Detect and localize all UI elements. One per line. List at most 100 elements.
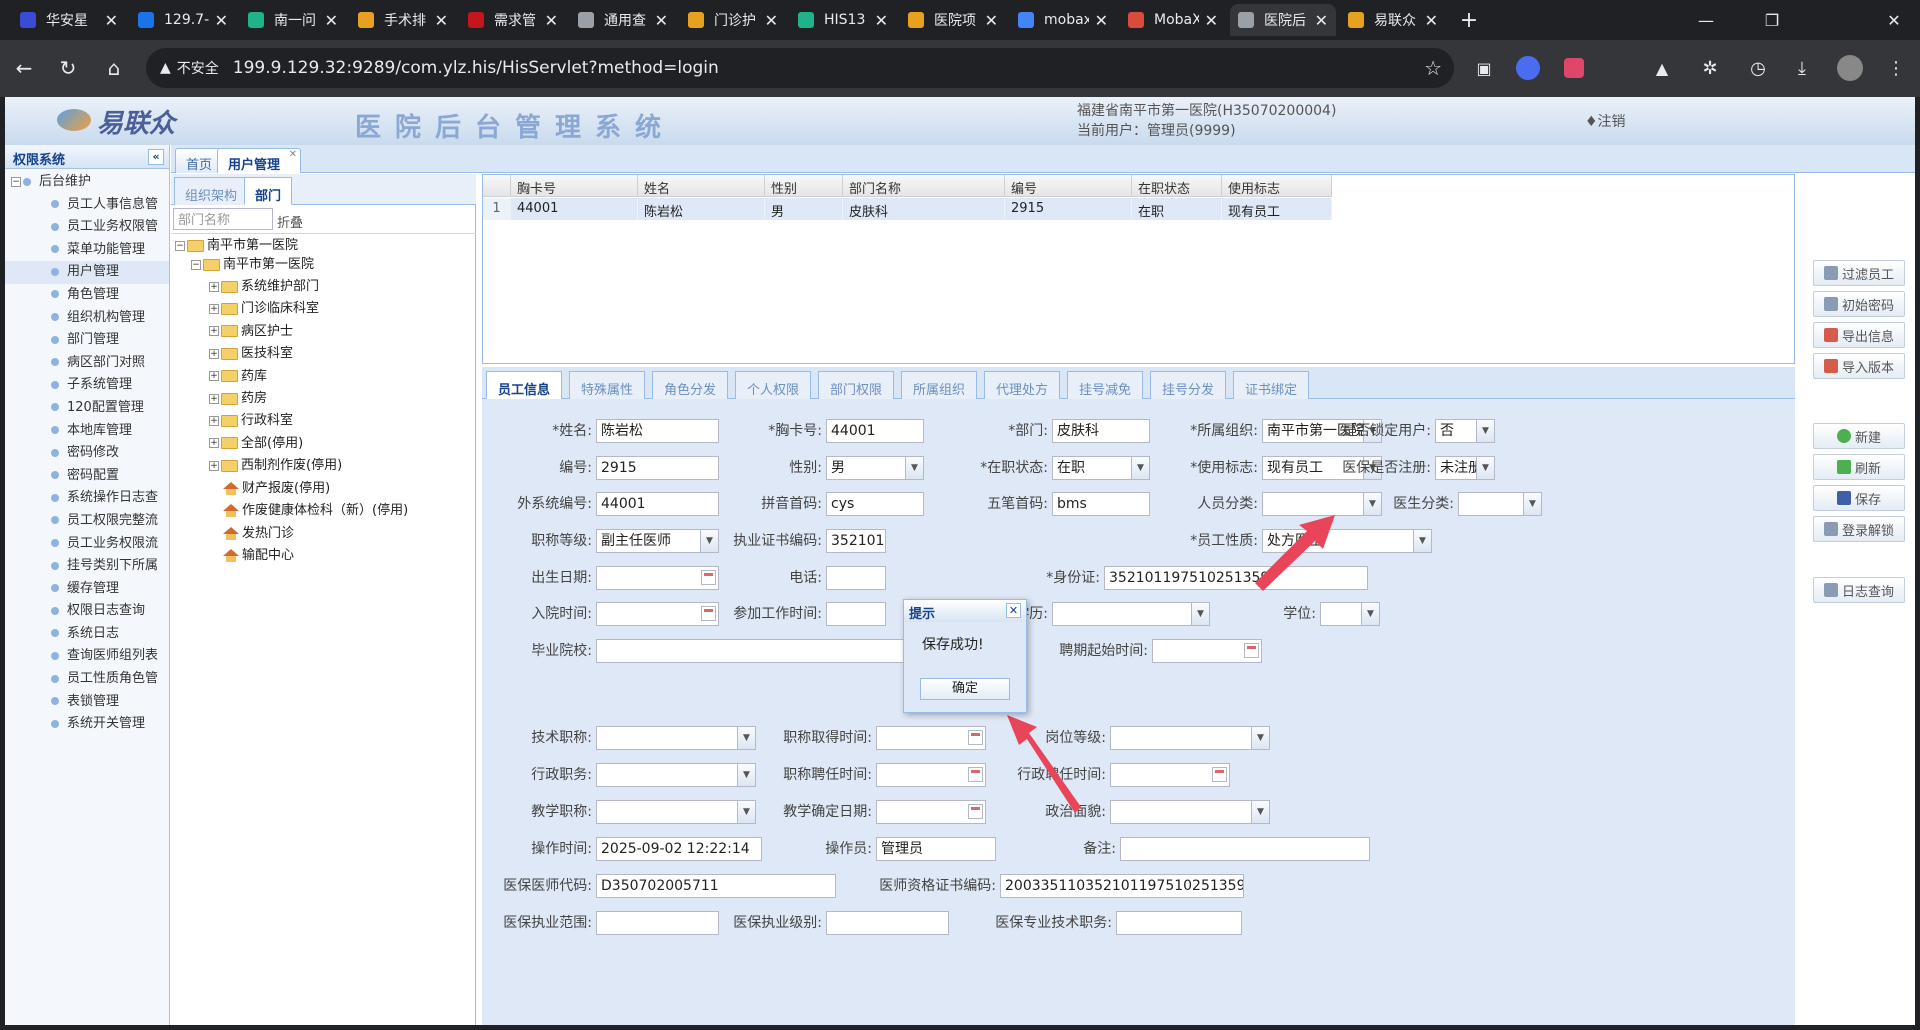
unlock-button[interactable]: 登录解锁	[1813, 516, 1905, 542]
field-no[interactable]: 2915	[596, 456, 719, 480]
home-icon[interactable]: ⌂	[98, 52, 130, 84]
save-button[interactable]: 保存	[1813, 485, 1905, 511]
chevron-down-icon[interactable]: ▼	[1251, 801, 1269, 823]
grid-column-header[interactable]: 性别	[765, 175, 843, 197]
tab-close-icon[interactable]: ✕	[875, 11, 888, 30]
menu-icon[interactable]: ⋮	[1880, 52, 1912, 84]
left-nav-item[interactable]: 本地库管理	[5, 420, 169, 443]
chevron-down-icon[interactable]: ▼	[737, 727, 755, 749]
close-window-icon[interactable]: ✕	[1870, 0, 1918, 40]
left-nav-item[interactable]: 系统开关管理	[5, 713, 169, 736]
dialog-close-icon[interactable]: ✕	[1006, 603, 1021, 618]
field-dept[interactable]: 皮肤科	[1052, 419, 1150, 443]
left-nav-item[interactable]: 员工权限完整流	[5, 510, 169, 533]
dept-folder[interactable]: + 药库	[209, 366, 267, 388]
grid-column-header[interactable]: 姓名	[638, 175, 765, 197]
tree-root[interactable]: − 后台维护	[5, 171, 169, 194]
left-nav-item[interactable]: 员工业务权限流	[5, 533, 169, 556]
expand-icon[interactable]: +	[209, 348, 219, 359]
grid-cell[interactable]: 2915	[1005, 198, 1132, 220]
field-doc-cat[interactable]: ▼	[1458, 492, 1542, 516]
field-title[interactable]: 副主任医师 ▼	[596, 529, 719, 553]
left-nav-item[interactable]: 部门管理	[5, 329, 169, 352]
browser-tab[interactable]: 通用查 ✕	[570, 4, 676, 36]
left-nav-item[interactable]: 角色管理	[5, 284, 169, 307]
field-work[interactable]	[826, 602, 886, 626]
dept-folder[interactable]: + 西制剂作废(停用)	[209, 455, 342, 477]
chevron-down-icon[interactable]: ▼	[1413, 530, 1431, 552]
field-lock[interactable]: 否 ▼	[1435, 419, 1495, 443]
expand-icon[interactable]: −	[11, 176, 21, 187]
expand-icon[interactable]: +	[209, 415, 219, 426]
field-ins-level[interactable]	[826, 911, 949, 935]
expand-icon[interactable]: −	[175, 240, 185, 251]
form-tab[interactable]: 个人权限	[735, 371, 812, 399]
expand-icon[interactable]: +	[209, 438, 219, 449]
tab-close-icon[interactable]: ✕	[765, 11, 778, 30]
chevron-down-icon[interactable]: ▼	[1131, 457, 1149, 479]
address-bar[interactable]: ▲ 不安全 199.9.129.32:9289/com.ylz.his/HisS…	[146, 48, 1454, 88]
dept-leaf[interactable]: 财产报废(停用)	[223, 478, 330, 500]
left-nav-item[interactable]: 密码修改	[5, 442, 169, 465]
left-nav-item[interactable]: 组织机构管理	[5, 307, 169, 330]
field-in[interactable]	[596, 602, 719, 626]
field-tech-hire[interactable]	[876, 763, 986, 787]
chevron-down-icon[interactable]: ▼	[1523, 493, 1541, 515]
chevron-down-icon[interactable]: ▼	[1251, 727, 1269, 749]
grid-cell[interactable]: 皮肤科	[843, 198, 1005, 220]
form-tab[interactable]: 所属组织	[901, 371, 978, 399]
expand-icon[interactable]: +	[209, 281, 219, 292]
dept-leaf[interactable]: 输配中心	[223, 545, 294, 567]
init-password-button[interactable]: 初始密码	[1813, 291, 1905, 317]
left-nav-item[interactable]: 缓存管理	[5, 578, 169, 601]
field-ext[interactable]: 44001	[596, 492, 719, 516]
expand-icon[interactable]: +	[209, 303, 219, 314]
grid-cell[interactable]: 1	[483, 198, 511, 220]
browser-tab[interactable]: MobaX ✕	[1120, 4, 1226, 36]
reader-icon[interactable]: ▣	[1468, 52, 1500, 84]
expand-icon[interactable]: +	[209, 393, 219, 404]
field-cat[interactable]: ▼	[1262, 492, 1382, 516]
dept-folder[interactable]: + 病区护士	[209, 321, 293, 343]
grid-cell[interactable]: 现有员工	[1222, 198, 1332, 220]
left-nav-item[interactable]: 挂号类别下所属	[5, 555, 169, 578]
form-tab[interactable]: 挂号减免	[1067, 371, 1144, 399]
field-admin-hire[interactable]	[1110, 763, 1230, 787]
grid-column-header[interactable]: 编号	[1005, 175, 1132, 197]
chevron-down-icon[interactable]: ▼	[700, 530, 718, 552]
tab-close-icon[interactable]: ✕	[325, 11, 338, 30]
field-ins-reg[interactable]: 未注册 ▼	[1435, 456, 1495, 480]
tab-close-icon[interactable]: ✕	[1315, 11, 1328, 30]
grid-cell[interactable]: 男	[765, 198, 843, 220]
new-button[interactable]: 新建	[1813, 423, 1905, 449]
fold-button[interactable]: 折叠	[277, 212, 303, 231]
field-hire[interactable]	[1152, 639, 1262, 663]
left-nav-item[interactable]: 员工业务权限管	[5, 216, 169, 239]
form-tab[interactable]: 员工信息	[486, 371, 563, 399]
filter-staff-button[interactable]: 过滤员工	[1813, 260, 1905, 286]
field-edu[interactable]: ▼	[1052, 602, 1210, 626]
tab-close-icon[interactable]: ✕	[655, 11, 668, 30]
left-nav-item[interactable]: 表锁管理	[5, 691, 169, 714]
refresh-button[interactable]: 刷新	[1813, 454, 1905, 480]
tab-close-icon[interactable]: ✕	[289, 149, 297, 160]
log-query-button[interactable]: 日志查询	[1813, 577, 1905, 603]
field-op-time[interactable]: 2025-09-02 12:22:14	[596, 837, 762, 861]
tab-close-icon[interactable]: ✕	[545, 11, 558, 30]
calendar-icon[interactable]	[701, 606, 716, 621]
tab-home[interactable]: 首页	[175, 148, 224, 173]
grid-column-header[interactable]: 在职状态	[1132, 175, 1222, 197]
extensions-puzzle-icon[interactable]: ✲	[1694, 52, 1726, 84]
left-nav-item[interactable]: 子系统管理	[5, 374, 169, 397]
extension-s-icon[interactable]	[1512, 52, 1544, 84]
calendar-icon[interactable]	[968, 804, 983, 819]
field-ins-code[interactable]: D350702005711	[596, 874, 836, 898]
history-icon[interactable]: ◷	[1742, 52, 1774, 84]
field-card[interactable]: 44001	[826, 419, 924, 443]
back-icon[interactable]: ←	[8, 52, 40, 84]
left-nav-item[interactable]: 用户管理	[5, 261, 169, 284]
dept-tree-child[interactable]: − 南平市第一医院	[191, 254, 314, 276]
form-tab[interactable]: 部门权限	[818, 371, 895, 399]
field-ins-tech[interactable]	[1116, 911, 1242, 935]
field-phone[interactable]	[826, 566, 886, 590]
